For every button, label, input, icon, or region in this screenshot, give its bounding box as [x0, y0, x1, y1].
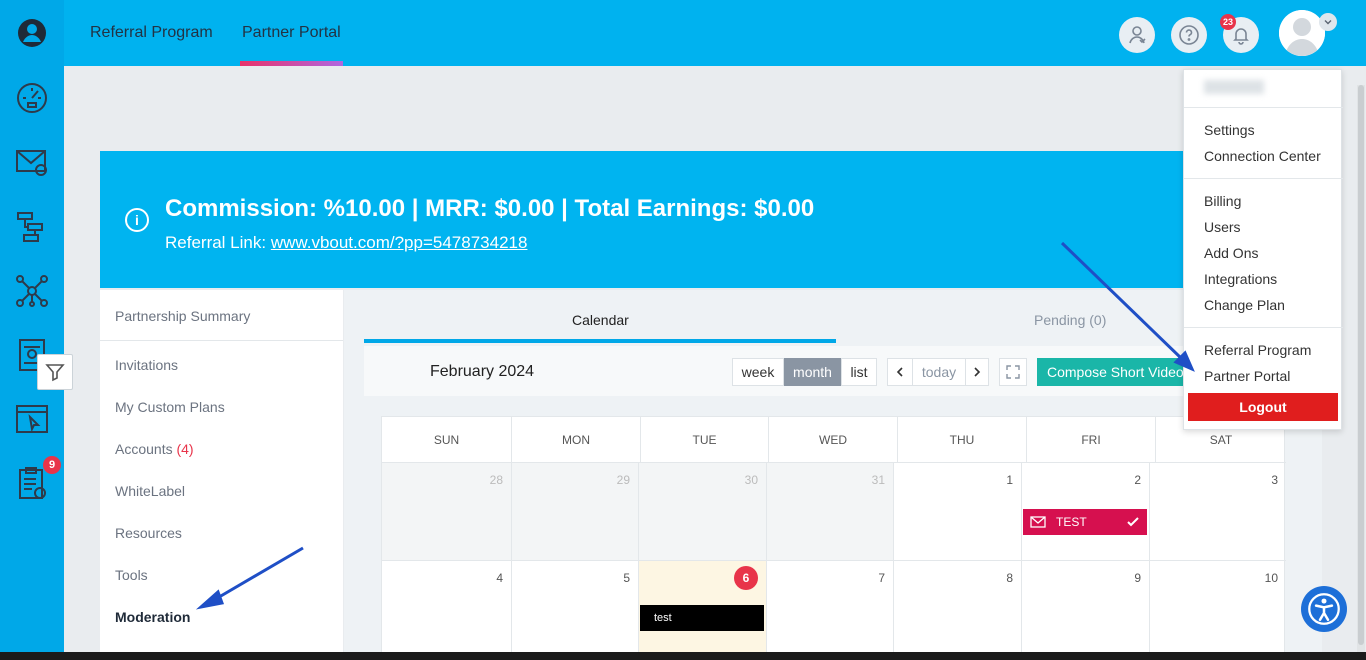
commission-banner: i Commission: %10.00 | MRR: $0.00 | Tota…	[100, 151, 1220, 288]
divider	[1184, 178, 1343, 179]
day-cell[interactable]: 31	[767, 462, 894, 560]
app-root: 9 Referral Program Partner Portal 23 i C…	[0, 0, 1366, 660]
tab-referral-program[interactable]: Referral Program	[90, 24, 213, 42]
dashboard-gauge-icon[interactable]	[12, 77, 52, 117]
calendar-event[interactable]: test	[640, 605, 764, 631]
day-header: SUN	[382, 417, 512, 462]
chevron-down-icon[interactable]	[1319, 13, 1337, 31]
accounts-count: (4)	[176, 441, 194, 457]
view-list-button[interactable]: list	[841, 358, 877, 386]
avatar[interactable]	[1279, 10, 1325, 56]
tasks-badge: 9	[43, 456, 61, 474]
workflow-icon[interactable]	[12, 207, 52, 247]
month-title: February 2024	[430, 363, 535, 380]
email-icon	[1030, 516, 1046, 528]
menu-item-referral-program[interactable]: Referral Program	[1204, 342, 1311, 358]
referral-link-label: Referral Link:	[165, 233, 271, 252]
account-dropdown-menu: Settings Connection Center Billing Users…	[1183, 69, 1343, 430]
fullscreen-button[interactable]	[999, 358, 1027, 386]
day-cell[interactable]: 5	[512, 560, 639, 660]
menu-item-partner-portal[interactable]: Partner Portal	[1204, 368, 1290, 384]
info-icon: i	[125, 208, 149, 232]
nav-tools[interactable]: Tools	[115, 567, 148, 583]
view-month-button[interactable]: month	[784, 358, 841, 386]
scrollbar[interactable]	[1357, 85, 1365, 660]
chevron-right-icon	[974, 367, 981, 377]
notification-badge: 23	[1220, 14, 1236, 30]
active-tab-indicator	[240, 61, 343, 66]
compose-short-video-button[interactable]: Compose Short Video	[1037, 358, 1187, 386]
support-icon[interactable]	[1119, 17, 1155, 53]
day-header: MON	[512, 417, 641, 462]
referral-link[interactable]: www.vbout.com/?pp=5478734218	[271, 233, 528, 252]
day-header: THU	[898, 417, 1027, 462]
scrollbar-thumb[interactable]	[1358, 85, 1364, 645]
network-icon[interactable]	[12, 271, 52, 311]
partner-nav: Partnership Summary Invitations My Custo…	[100, 290, 343, 660]
divider	[1184, 107, 1343, 108]
nav-moderation[interactable]: Moderation	[115, 609, 190, 625]
day-header: FRI	[1027, 417, 1156, 462]
nav-my-custom-plans[interactable]: My Custom Plans	[115, 399, 225, 415]
user-circle-icon[interactable]	[12, 13, 52, 53]
menu-item-integrations[interactable]: Integrations	[1204, 271, 1277, 287]
accessibility-icon	[1308, 593, 1340, 625]
nav-partnership-summary[interactable]: Partnership Summary	[115, 308, 250, 324]
day-cell[interactable]: 1	[894, 462, 1022, 560]
calendar-grid: SUN MON TUE WED THU FRI SAT 28 29 30 31 …	[381, 416, 1286, 660]
day-cell[interactable]: 29	[512, 462, 639, 560]
filter-icon	[45, 364, 65, 382]
account-name-blurred	[1204, 80, 1264, 94]
view-week-button[interactable]: week	[732, 358, 784, 386]
event-title: TEST	[1056, 515, 1087, 529]
filter-button[interactable]	[37, 354, 73, 390]
menu-item-settings[interactable]: Settings	[1204, 122, 1255, 138]
divider	[1184, 327, 1343, 328]
nav-accounts-label: Accounts	[115, 441, 177, 457]
nav-whitelabel[interactable]: WhiteLabel	[115, 483, 185, 499]
tab-pending[interactable]: Pending (0)	[1034, 312, 1106, 328]
tab-calendar[interactable]: Calendar	[572, 312, 629, 328]
menu-item-users[interactable]: Users	[1204, 219, 1241, 235]
day-cell[interactable]: 7	[767, 560, 894, 660]
day-cell[interactable]: 10	[1150, 560, 1286, 660]
event-title: test	[654, 612, 672, 624]
tab-partner-portal[interactable]: Partner Portal	[242, 24, 341, 42]
divider	[100, 340, 343, 341]
day-cell[interactable]: 9	[1022, 560, 1150, 660]
menu-item-change-plan[interactable]: Change Plan	[1204, 297, 1285, 313]
commission-summary: Commission: %10.00 | MRR: $0.00 | Total …	[165, 195, 815, 222]
check-icon	[1127, 517, 1139, 527]
browser-cursor-icon[interactable]	[12, 399, 52, 439]
expand-icon	[1006, 365, 1020, 379]
chevron-left-icon	[896, 367, 903, 377]
sidebar: 9	[0, 0, 64, 660]
email-icon[interactable]	[12, 141, 52, 181]
next-button[interactable]	[965, 358, 989, 386]
accessibility-button[interactable]	[1301, 586, 1347, 632]
nav-invitations[interactable]: Invitations	[115, 357, 178, 373]
menu-item-billing[interactable]: Billing	[1204, 193, 1241, 209]
menu-item-add-ons[interactable]: Add Ons	[1204, 245, 1258, 261]
menu-item-connection-center[interactable]: Connection Center	[1204, 148, 1321, 164]
prev-button[interactable]	[887, 358, 913, 386]
day-cell[interactable]: 8	[894, 560, 1022, 660]
day-header: TUE	[641, 417, 769, 462]
day-cell[interactable]: 4	[382, 560, 512, 660]
nav-accounts[interactable]: Accounts (4)	[115, 441, 194, 457]
calendar-event[interactable]: TEST	[1023, 509, 1147, 535]
day-cell[interactable]: 3	[1150, 462, 1286, 560]
day-cell[interactable]: 28	[382, 462, 512, 560]
taskbar	[0, 652, 1366, 660]
logout-button[interactable]: Logout	[1188, 393, 1338, 421]
today-date-badge: 6	[734, 566, 758, 590]
day-header: WED	[769, 417, 898, 462]
today-button[interactable]: today	[912, 358, 966, 386]
referral-link-row: Referral Link: www.vbout.com/?pp=5478734…	[165, 233, 527, 253]
day-cell[interactable]: 30	[639, 462, 767, 560]
nav-resources[interactable]: Resources	[115, 525, 182, 541]
help-icon[interactable]	[1171, 17, 1207, 53]
active-tab-indicator	[364, 339, 836, 343]
